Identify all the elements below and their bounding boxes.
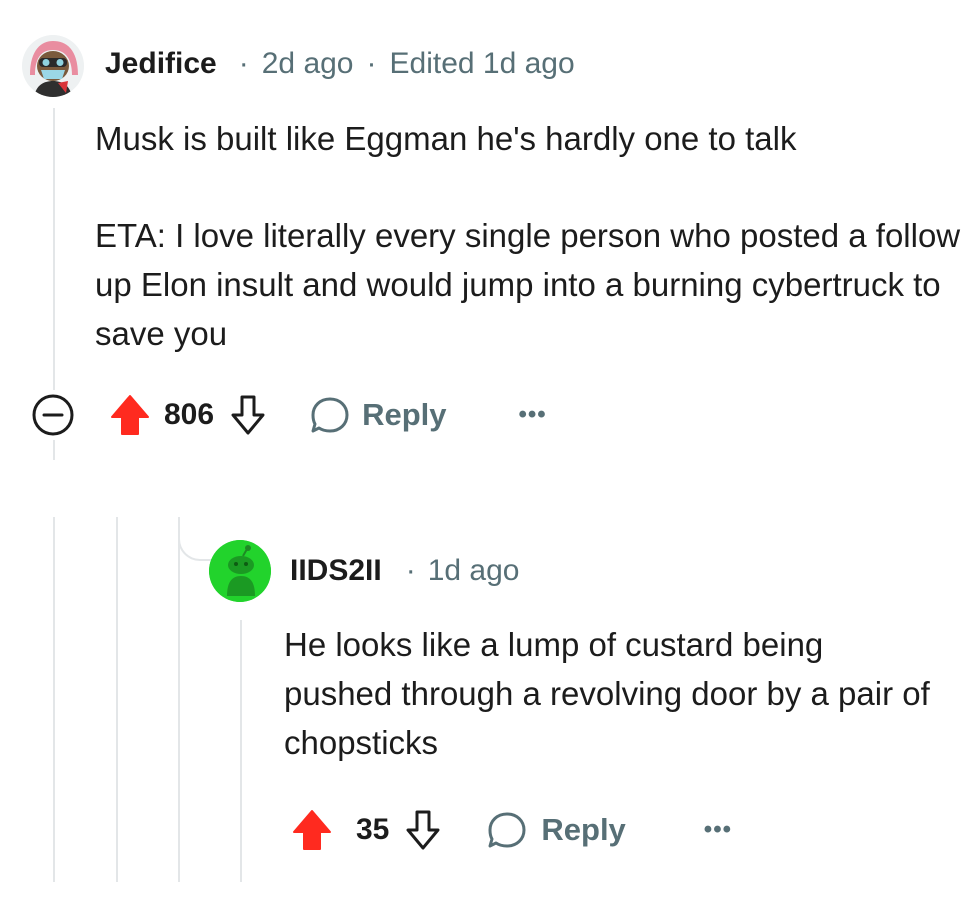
comment-paragraph: Musk is built like Eggman he's hardly on… (95, 120, 797, 157)
reply-bubble-icon (485, 805, 529, 855)
reply-action-bar: 35 Reply ••• (290, 800, 732, 860)
thread-indent-line-1[interactable] (53, 517, 55, 882)
meta-separator: · (366, 47, 377, 80)
reply-thread-line[interactable] (240, 620, 242, 882)
comment-body: Musk is built like Eggman he's hardly on… (95, 114, 965, 358)
reply-bubble-icon (308, 390, 352, 440)
comment-author[interactable]: Jedifice (105, 47, 217, 81)
thread-indent-line-3[interactable] (178, 517, 180, 882)
meta-separator: · (238, 47, 249, 80)
reply-connector (178, 517, 212, 561)
comment-paragraph: ETA: I love literally every single perso… (95, 217, 961, 352)
comment-thread-line[interactable] (53, 108, 55, 390)
more-dots-icon[interactable]: ••• (704, 816, 732, 844)
upvote-arrow-icon[interactable] (290, 805, 334, 855)
comment-timestamp[interactable]: 2d ago (262, 47, 354, 81)
reply-header: IIDS2II · 1d ago (290, 551, 519, 591)
comment-edited-label: Edited 1d ago (389, 47, 575, 80)
reply-paragraph: He looks like a lump of custard being pu… (284, 626, 930, 761)
reply-button-label: Reply (362, 397, 447, 432)
upvote-arrow-icon[interactable] (108, 390, 152, 440)
avatar-image (22, 35, 84, 97)
snoo-avatar-icon (209, 540, 271, 602)
meta-separator: · (405, 554, 416, 587)
thread-indent-line-2[interactable] (116, 517, 118, 882)
reply-button-label: Reply (541, 812, 626, 847)
reply-button[interactable]: Reply (485, 805, 626, 855)
user-avatar[interactable] (22, 35, 84, 97)
reply-score: 35 (356, 813, 390, 846)
reply-timestamp[interactable]: 1d ago (428, 554, 520, 588)
downvote-arrow-icon[interactable] (226, 390, 270, 440)
reply-body: He looks like a lump of custard being pu… (284, 620, 934, 767)
comment-action-bar: 806 Reply ••• (28, 385, 547, 445)
user-avatar[interactable] (209, 540, 271, 602)
more-dots-icon[interactable]: ••• (518, 401, 546, 429)
collapse-minus-icon[interactable] (28, 390, 78, 440)
reply-author[interactable]: IIDS2II (290, 554, 382, 588)
comment-header: Jedifice · 2d ago · Edited 1d ago (105, 44, 575, 84)
reply-button[interactable]: Reply (308, 390, 446, 440)
comment-score: 806 (164, 398, 215, 431)
downvote-arrow-icon[interactable] (401, 805, 445, 855)
